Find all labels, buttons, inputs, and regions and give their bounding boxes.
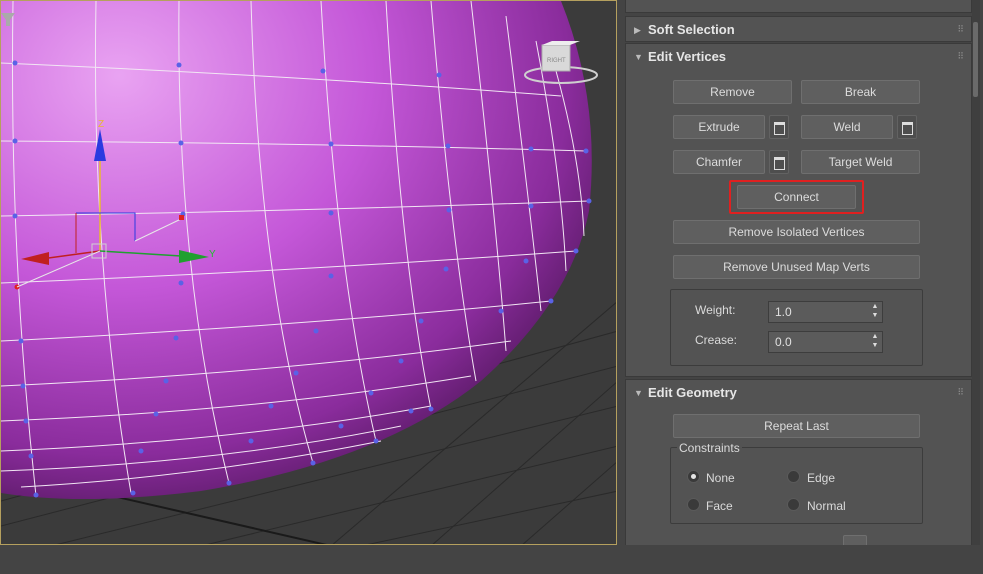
chamfer-settings-button[interactable]	[769, 150, 789, 174]
settings-icon	[774, 122, 785, 135]
status-strip	[0, 545, 983, 574]
viewport-perspective[interactable]: Z Y RIGHT	[0, 0, 617, 545]
gizmo-z-label: Z	[98, 119, 104, 130]
rollout-previous	[625, 0, 972, 13]
remove-isolated-vertices-button[interactable]: Remove Isolated Vertices	[673, 220, 920, 244]
extrude-button[interactable]: Extrude	[673, 115, 765, 139]
weld-settings-button[interactable]	[897, 115, 917, 139]
rollout-header[interactable]: ▶ Soft Selection ⠿	[626, 17, 971, 43]
settings-icon	[774, 157, 785, 170]
rollout-header[interactable]: ▼ Edit Vertices ⠿	[626, 44, 971, 70]
viewcube-face-label: RIGHT	[547, 58, 566, 64]
constraint-edge-label[interactable]: Edge	[807, 471, 835, 485]
weld-button[interactable]: Weld	[801, 115, 893, 139]
rollout-soft-selection[interactable]: ▶ Soft Selection ⠿	[625, 16, 972, 42]
constraint-edge-radio[interactable]	[787, 470, 800, 483]
constraint-normal-label[interactable]: Normal	[807, 499, 846, 513]
grip-icon[interactable]: ⠿	[957, 51, 964, 62]
constraints-group: Constraints None Edge Face Normal	[670, 441, 923, 524]
weight-label: Weight:	[695, 303, 736, 317]
constraint-face-radio[interactable]	[687, 498, 700, 511]
spinner-arrows-icon[interactable]: ▲ ▼	[870, 302, 880, 322]
repeat-last-button[interactable]: Repeat Last	[673, 414, 920, 438]
constraints-label: Constraints	[677, 441, 742, 455]
weight-spinner[interactable]: 1.0 ▲ ▼	[768, 301, 883, 323]
weight-value[interactable]: 1.0	[775, 305, 792, 319]
remove-unused-map-verts-button[interactable]: Remove Unused Map Verts	[673, 255, 920, 279]
expand-arrow-icon: ▶	[634, 25, 641, 35]
chamfer-button[interactable]: Chamfer	[673, 150, 765, 174]
connect-button[interactable]: Connect	[737, 185, 856, 209]
gizmo-y-label: Y	[209, 249, 216, 260]
scrollbar-thumb[interactable]	[973, 22, 978, 97]
rollout-title: Edit Vertices	[648, 49, 727, 64]
constraint-face-label[interactable]: Face	[706, 499, 733, 513]
command-panel: ▶ Soft Selection ⠿ ▼ Edit Vertices ⠿ Rem…	[617, 0, 983, 545]
partial-button[interactable]	[843, 535, 867, 545]
spinner-arrows-icon[interactable]: ▲ ▼	[870, 332, 880, 352]
rollout-header[interactable]: ▼ Edit Geometry ⠿	[626, 380, 971, 406]
rollout-edit-vertices: ▼ Edit Vertices ⠿ Remove Break Extrude W…	[625, 43, 972, 377]
constraint-none-radio[interactable]	[687, 470, 700, 483]
weight-crease-group: Weight: 1.0 ▲ ▼ Crease: 0.0 ▲ ▼	[670, 289, 923, 366]
settings-icon	[902, 122, 913, 135]
break-button[interactable]: Break	[801, 80, 920, 104]
crease-spinner[interactable]: 0.0 ▲ ▼	[768, 331, 883, 353]
panel-scrollbar[interactable]	[972, 0, 980, 545]
rollout-edit-geometry: ▼ Edit Geometry ⠿ Repeat Last Constraint…	[625, 379, 972, 545]
extrude-settings-button[interactable]	[769, 115, 789, 139]
grip-icon[interactable]: ⠿	[957, 387, 964, 398]
crease-value[interactable]: 0.0	[775, 335, 792, 349]
viewport-scene[interactable]: Z Y RIGHT	[1, 1, 617, 545]
grip-icon[interactable]: ⠿	[957, 24, 964, 35]
crease-label: Crease:	[695, 333, 738, 347]
constraint-none-label[interactable]: None	[706, 471, 735, 485]
collapse-arrow-icon: ▼	[634, 388, 643, 398]
rollout-title: Soft Selection	[648, 22, 735, 37]
collapse-arrow-icon: ▼	[634, 52, 643, 62]
remove-button[interactable]: Remove	[673, 80, 792, 104]
target-weld-button[interactable]: Target Weld	[801, 150, 920, 174]
constraint-normal-radio[interactable]	[787, 498, 800, 511]
rollout-title: Edit Geometry	[648, 385, 737, 400]
